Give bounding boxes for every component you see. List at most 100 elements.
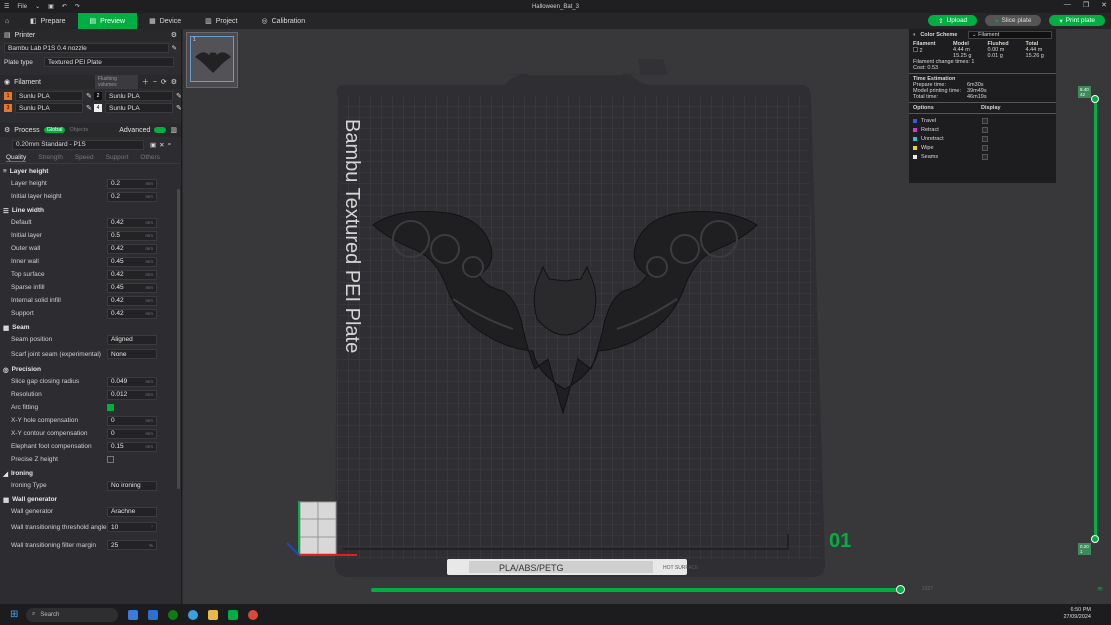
upload-button[interactable]: ⇪ Upload <box>928 15 978 26</box>
param-input[interactable]: 0.42 mm <box>107 217 157 228</box>
save-preset-icon[interactable]: ▣ <box>150 141 156 149</box>
folder-icon[interactable] <box>208 609 218 620</box>
printer-select[interactable]: Bambu Lab P1S 0.4 nozzle <box>4 43 169 53</box>
tab-prepare[interactable]: ◧ Prepare <box>18 13 78 29</box>
option-display-checkbox[interactable] <box>982 126 988 133</box>
tab-strength[interactable]: Strength <box>38 154 63 161</box>
home-button[interactable]: ⌂ <box>0 13 18 29</box>
param-input[interactable]: 0.012 mm <box>107 389 157 400</box>
undo-icon[interactable]: ↶ <box>62 3 67 10</box>
edge-icon[interactable] <box>188 609 198 620</box>
redo-icon[interactable]: ↷ <box>75 3 80 10</box>
xbox-icon[interactable] <box>168 609 178 620</box>
plate-type-select[interactable]: Textured PEI Plate <box>44 57 174 67</box>
objects-toggle[interactable]: Objects <box>69 127 88 133</box>
edit-icon[interactable]: ✎ <box>86 104 92 112</box>
param-input[interactable]: 0.5 mm <box>107 230 157 241</box>
close-icon[interactable]: ✕ <box>159 141 164 149</box>
layers-icon[interactable]: ≋ <box>1097 585 1103 593</box>
layer-slider[interactable]: 8.40 42 0.20 1 <box>1078 86 1099 555</box>
param-input[interactable]: 0 mm <box>107 415 157 426</box>
windows-start-icon[interactable]: ⊞ <box>10 609 18 620</box>
edit-icon[interactable]: ✎ <box>172 44 177 52</box>
option-display-checkbox[interactable] <box>982 117 988 124</box>
filament-slot-3[interactable]: 3 Sunlu PLA ✎ <box>4 103 94 113</box>
wall-generator-select[interactable]: Arachne <box>107 506 157 517</box>
tab-calibration[interactable]: ◎ Calibration <box>250 13 318 29</box>
param-input[interactable]: 0.42 mm <box>107 243 157 254</box>
sidebar-scrollbar[interactable] <box>177 189 180 489</box>
minimize-button[interactable]: — <box>1064 1 1071 9</box>
ironing-type-select[interactable]: No ironing <box>107 480 157 491</box>
settings-icon[interactable]: ⚙ <box>171 31 177 39</box>
bambu-studio-icon[interactable] <box>228 609 238 620</box>
move-slider-knob[interactable] <box>896 585 905 594</box>
param-input[interactable]: 0.2 mm <box>107 191 157 202</box>
precise-z-checkbox[interactable] <box>107 456 114 463</box>
store-icon[interactable] <box>148 609 158 620</box>
tab-others[interactable]: Others <box>140 154 160 161</box>
save-icon[interactable]: ▣ <box>48 3 54 10</box>
preview-canvas[interactable]: 1 Bambu Textured PEI Plate 01 PLA/ABS/PE… <box>183 29 1111 604</box>
advanced-toggle[interactable] <box>154 127 167 133</box>
printer-section-header[interactable]: ▤ Printer ⚙ <box>0 29 181 41</box>
param-input[interactable]: 0.15 mm <box>107 441 157 452</box>
close-button[interactable]: ✕ <box>1101 1 1107 9</box>
arc-fitting-checkbox[interactable] <box>107 404 114 411</box>
filament-select[interactable]: Sunlu PLA <box>15 91 83 101</box>
filament-select[interactable]: Sunlu PLA <box>105 91 173 101</box>
tab-device[interactable]: ▦ Device <box>137 13 193 29</box>
slice-plate-button[interactable]: ▾ Slice plate <box>985 15 1042 26</box>
filament-select[interactable]: Sunlu PLA <box>105 103 173 113</box>
param-input[interactable]: 0.42 mm <box>107 295 157 306</box>
param-input[interactable]: 0.45 mm <box>107 282 157 293</box>
filament-slot-1[interactable]: 1 Sunlu PLA ✎ <box>4 91 94 101</box>
sync-icon[interactable]: ⟳ <box>161 78 167 86</box>
edit-icon[interactable]: ✎ <box>86 92 92 100</box>
add-icon[interactable]: ＋ <box>142 77 149 87</box>
option-display-checkbox[interactable] <box>982 144 988 151</box>
layer-slider-top-knob[interactable] <box>1091 95 1099 103</box>
param-input[interactable]: 0 mm <box>107 428 157 439</box>
app-icon[interactable] <box>248 609 258 620</box>
settings-icon[interactable]: ⚙ <box>171 78 177 86</box>
tab-speed[interactable]: Speed <box>75 154 94 161</box>
file-menu[interactable]: File <box>17 4 27 10</box>
option-display-checkbox[interactable] <box>982 153 988 160</box>
print-plate-button[interactable]: ▾ Print plate <box>1049 15 1105 26</box>
tab-quality[interactable]: Quality <box>6 154 27 162</box>
edit-icon[interactable]: ✎ <box>176 104 181 112</box>
compare-icon[interactable]: ▥ <box>170 126 177 134</box>
param-input[interactable]: 0.45 mm <box>107 256 157 267</box>
tab-preview[interactable]: ▤ Preview <box>77 13 138 29</box>
flushing-volumes-button[interactable]: Flushing volumes <box>94 75 138 89</box>
search-icon[interactable]: ⌕ <box>168 141 172 149</box>
param-input[interactable]: 0.049 mm <box>107 376 157 387</box>
color-scheme-select[interactable]: ⌄ Filament <box>968 31 1052 39</box>
param-input[interactable]: 10 ° <box>107 522 157 532</box>
option-display-checkbox[interactable] <box>982 135 988 142</box>
filament-select[interactable]: Sunlu PLA <box>15 103 83 113</box>
tab-project[interactable]: ▥ Project <box>193 13 249 29</box>
param-input[interactable]: 0.2 mm <box>107 178 157 189</box>
param-input[interactable]: 0.42 mm <box>107 269 157 280</box>
menu-icon[interactable]: ☰ <box>4 3 9 10</box>
global-toggle[interactable]: Global <box>43 127 66 133</box>
seam-position-select[interactable]: Aligned <box>107 334 157 345</box>
param-input[interactable]: 0.42 mm <box>107 308 157 319</box>
scarf-seam-select[interactable]: None <box>107 349 157 359</box>
filament-slot-2[interactable]: 2 Sunlu PLA ✎ <box>94 91 181 101</box>
system-tray[interactable]: 6:50 PM 27/09/2024 <box>1063 607 1091 621</box>
edit-icon[interactable]: ✎ <box>176 92 181 100</box>
filament-slot-4[interactable]: 4 Sunlu PLA ✎ <box>94 103 181 113</box>
layer-slider-bottom-knob[interactable] <box>1091 535 1099 543</box>
process-preset-select[interactable]: 0.20mm Standard - P1S <box>12 139 144 150</box>
maximize-button[interactable]: ❐ <box>1083 1 1089 9</box>
tab-support[interactable]: Support <box>106 154 129 161</box>
chevron-down-icon[interactable]: ⌄ <box>35 3 40 10</box>
move-slider[interactable]: 1327 <box>371 585 933 594</box>
app-icon[interactable] <box>128 609 138 620</box>
taskbar-search[interactable]: ⌕ Search <box>26 607 118 622</box>
param-input[interactable]: 25% <box>107 540 157 550</box>
remove-icon[interactable]: − <box>153 79 157 86</box>
